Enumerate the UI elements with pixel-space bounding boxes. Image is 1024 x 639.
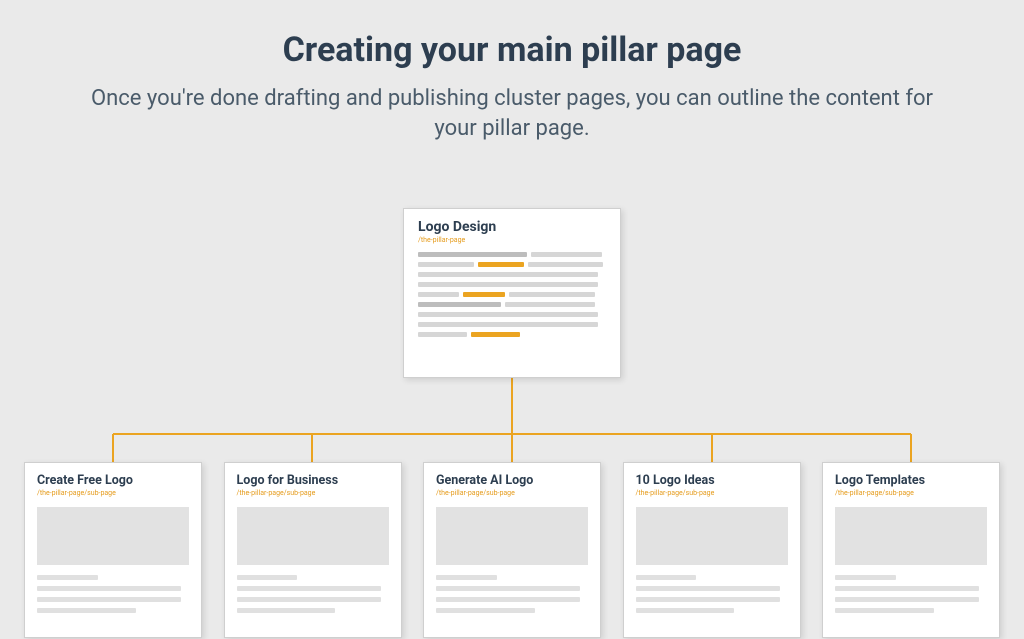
sub-card-title: Create Free Logo (37, 473, 189, 488)
pillar-text-lines (418, 252, 606, 337)
sub-card-title: Logo Templates (835, 473, 987, 488)
sub-card-10-logo-ideas: 10 Logo Ideas /the-pillar-page/sub-page (623, 462, 801, 638)
thumbnail-placeholder (835, 507, 987, 565)
thumbnail-placeholder (436, 507, 588, 565)
sub-text-lines (37, 575, 189, 613)
sub-card-path: /the-pillar-page/sub-page (835, 489, 987, 497)
sub-card-path: /the-pillar-page/sub-page (636, 489, 788, 497)
pillar-path: /the-pillar-page (418, 236, 606, 244)
sub-text-lines (835, 575, 987, 613)
thumbnail-placeholder (636, 507, 788, 565)
page-title: Creating your main pillar page (0, 30, 1024, 70)
header: Creating your main pillar page Once you'… (0, 0, 1024, 143)
sub-text-lines (237, 575, 389, 613)
sub-card-logo-for-business: Logo for Business /the-pillar-page/sub-p… (224, 462, 402, 638)
sub-text-lines (436, 575, 588, 613)
sub-card-create-free-logo: Create Free Logo /the-pillar-page/sub-pa… (24, 462, 202, 638)
page-subtitle: Once you're done drafting and publishing… (72, 84, 952, 143)
sub-card-path: /the-pillar-page/sub-page (436, 489, 588, 497)
sub-text-lines (636, 575, 788, 613)
sub-card-path: /the-pillar-page/sub-page (37, 489, 189, 497)
pillar-card: Logo Design /the-pillar-page (403, 208, 621, 378)
sub-card-generate-ai-logo: Generate AI Logo /the-pillar-page/sub-pa… (423, 462, 601, 638)
subpages-row: Create Free Logo /the-pillar-page/sub-pa… (0, 462, 1024, 638)
sub-card-title: Generate AI Logo (436, 473, 588, 488)
thumbnail-placeholder (37, 507, 189, 565)
pillar-title: Logo Design (418, 219, 606, 235)
sub-card-path: /the-pillar-page/sub-page (237, 489, 389, 497)
sub-card-logo-templates: Logo Templates /the-pillar-page/sub-page (822, 462, 1000, 638)
sub-card-title: 10 Logo Ideas (636, 473, 788, 488)
sub-card-title: Logo for Business (237, 473, 389, 488)
thumbnail-placeholder (237, 507, 389, 565)
